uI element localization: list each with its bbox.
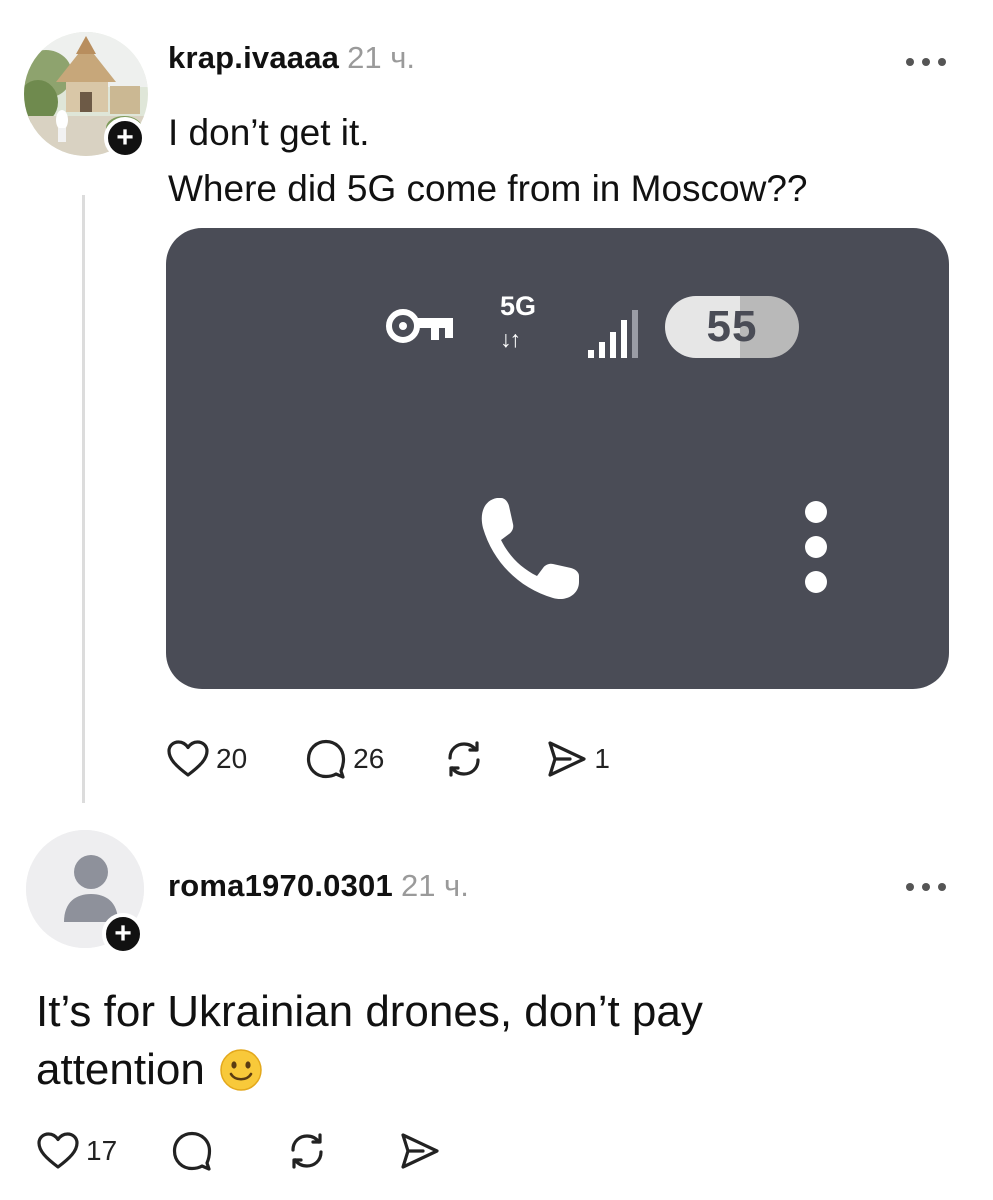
post-text-line: I don’t get it. [168,112,370,153]
thread-line [82,195,85,803]
like-button[interactable]: 17 [36,1131,117,1171]
more-options-icon[interactable] [906,56,946,68]
timestamp: 21 ч. [347,40,415,75]
post-image[interactable] [166,228,949,689]
username[interactable]: krap.ivaaaa [168,40,339,75]
comment-icon [173,1131,212,1171]
battery-level: 55 [706,302,758,351]
like-button[interactable]: 20 [166,739,247,779]
post-text-line-with-emoji: attention [36,1042,263,1098]
post-header: krap.ivaaaa 21 ч. [168,40,415,76]
data-activity-icon: ↓↑ [500,326,521,352]
network-type-label: 5G [500,291,537,321]
battery-indicator: 55 [665,296,799,358]
repost-icon [448,741,480,777]
vertical-dots-icon [800,500,832,605]
share-count: 1 [594,743,610,774]
post-header: roma1970.0301 21 ч. [168,868,469,904]
comment-button[interactable] [171,1130,213,1172]
post-text-line: attention [36,1045,205,1094]
post-actions: 20 26 1 [166,738,610,780]
post-text-line: Where did 5G come from in Moscow?? [168,168,808,209]
comment-count: 26 [353,743,385,774]
signal-bars-icon [586,308,648,365]
repost-button[interactable] [442,738,486,780]
share-button[interactable]: 1 [544,739,610,779]
comment-button[interactable]: 26 [305,738,384,780]
heart-icon [167,740,209,777]
follow-button[interactable]: + [102,913,144,955]
comment-icon [307,739,346,779]
more-options-icon[interactable] [906,881,946,893]
phone-icon [475,492,585,609]
slightly-smiling-face-icon [220,1049,262,1091]
repost-icon [291,1133,323,1169]
like-count: 20 [216,743,248,774]
follow-button[interactable]: + [104,117,146,159]
like-count: 17 [86,1135,118,1166]
post-actions: 17 [36,1130,441,1172]
timestamp: 21 ч. [400,868,469,903]
post-text-line: It’s for Ukrainian drones, don’t pay [36,987,703,1036]
plus-icon: + [116,121,134,154]
username[interactable]: roma1970.0301 [168,868,393,903]
heart-icon [37,1132,79,1169]
key-icon [385,306,457,351]
repost-button[interactable] [285,1130,329,1172]
share-button[interactable] [397,1131,441,1171]
send-icon [401,1133,439,1169]
send-icon [548,741,586,777]
plus-icon: + [114,917,132,950]
